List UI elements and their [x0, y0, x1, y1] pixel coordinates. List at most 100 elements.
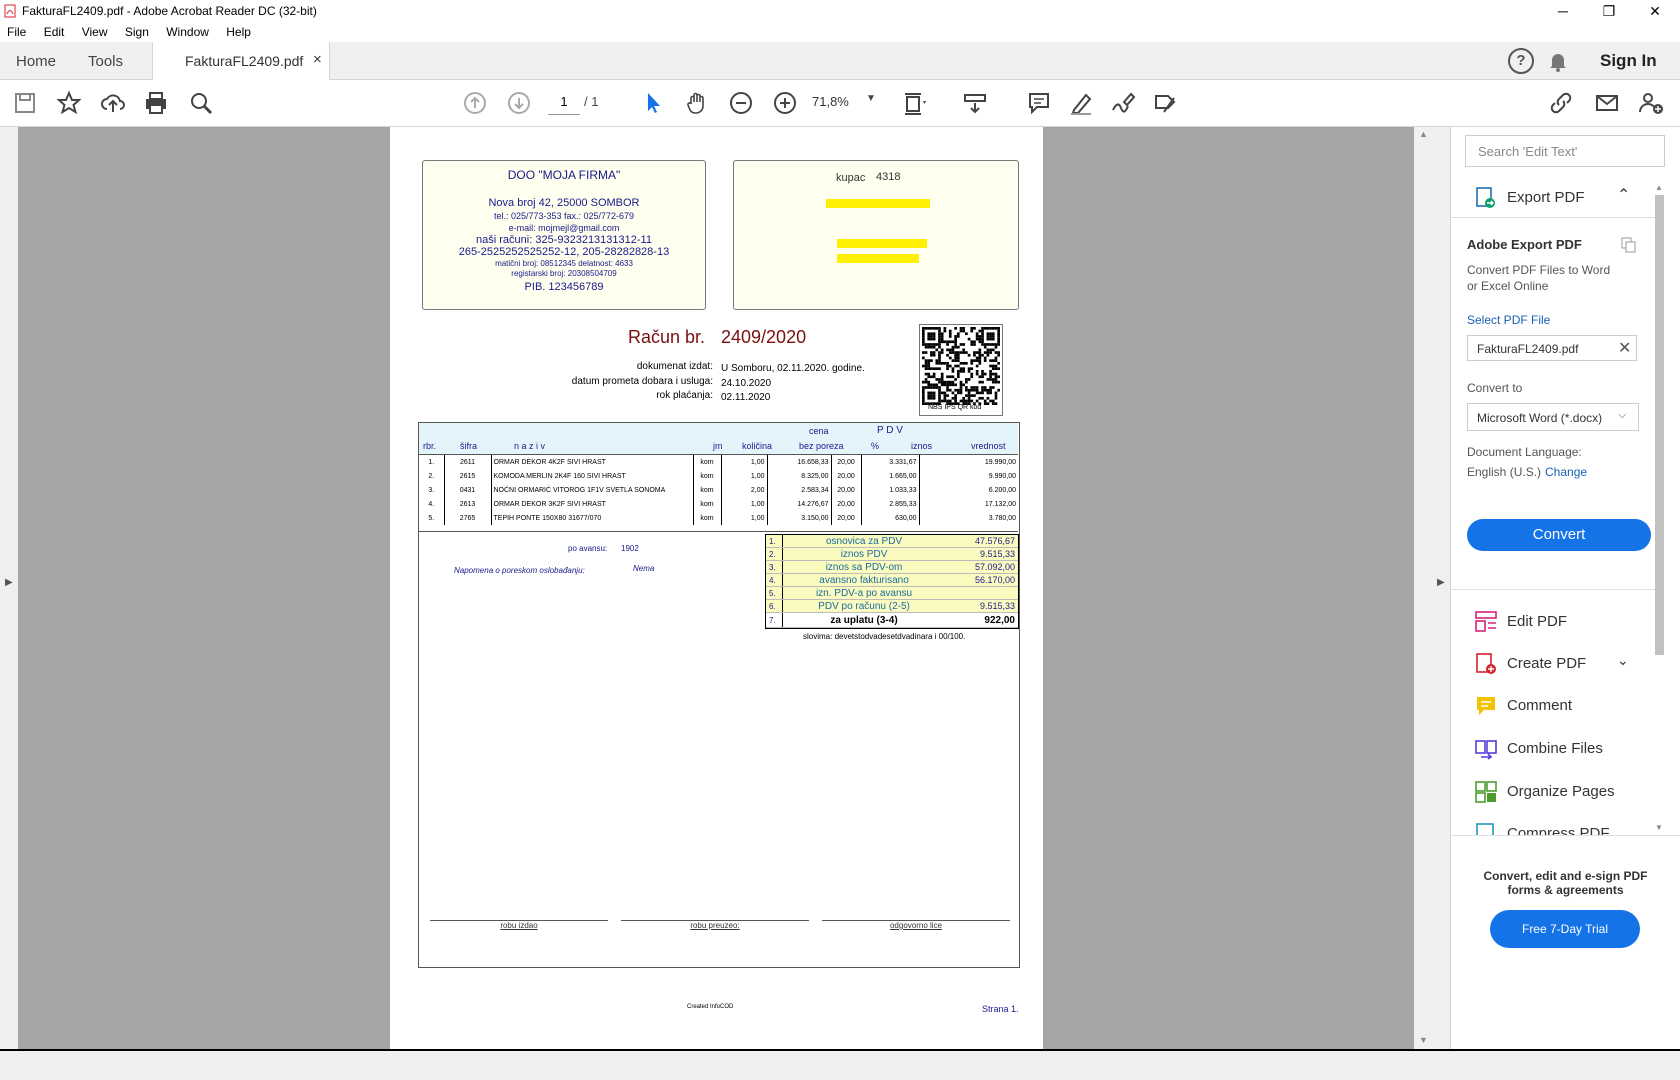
sign-in-button[interactable]: Sign In [1600, 51, 1657, 71]
created-by: Created InfoCOD [687, 1004, 734, 1010]
fit-page-icon[interactable] [902, 90, 928, 116]
selected-file-field[interactable]: FakturaFL2409.pdf ✕ [1467, 335, 1637, 361]
menu-view[interactable]: View [82, 25, 108, 39]
totals-row: 2. iznos PDV 9.515,33 [766, 547, 1018, 561]
panel-scroll-thumb[interactable] [1655, 195, 1664, 655]
tools-panel: Search 'Edit Text' Export PDF ⌃ Adobe Ex… [1451, 127, 1680, 1049]
minimize-button[interactable]: ─ [1540, 0, 1586, 22]
redacted-highlight [837, 254, 919, 263]
search-zoom-icon[interactable] [188, 90, 214, 116]
table-row: 5. 2765 TEPIH PONTE 150X80 31677/070 kom 1,0… [419, 511, 1018, 525]
signature-label: robu preuzeo: [690, 921, 740, 930]
next-page-icon[interactable] [506, 90, 532, 116]
left-panel-toggle[interactable]: ▶ [0, 127, 18, 1049]
zoom-level[interactable]: 71,8% [812, 94, 849, 109]
zoom-dropdown-icon[interactable]: ▼ [866, 93, 876, 104]
fill-sign-icon[interactable] [1152, 90, 1178, 116]
signature-issued: robu izdao [430, 920, 608, 930]
export-pdf-header[interactable]: Export PDF ⌃ [1451, 179, 1664, 218]
link-icon[interactable] [1548, 90, 1574, 116]
compress-pdf-icon [1476, 823, 1494, 835]
table-cell: ORMAR DEKOR 3K2F SIVI HRAST [490, 497, 693, 511]
totals-cell: 4. [766, 573, 783, 587]
zoom-in-icon[interactable] [772, 90, 798, 116]
tool-create-pdf[interactable]: Create PDF [1507, 655, 1586, 672]
comment-icon[interactable] [1026, 90, 1052, 116]
menu-sign[interactable]: Sign [125, 25, 149, 39]
maximize-button[interactable]: ❐ [1586, 0, 1632, 22]
menu-edit[interactable]: Edit [44, 25, 65, 39]
print-icon[interactable] [143, 90, 169, 116]
tab-close-button[interactable]: × [313, 51, 322, 68]
menu-help[interactable]: Help [226, 25, 251, 39]
tool-combine-files[interactable]: Combine Files [1507, 740, 1603, 757]
table-cell: 5. [428, 514, 435, 522]
tab-tools[interactable]: Tools [88, 53, 123, 70]
panel-divider [1451, 835, 1680, 836]
table-cell: kom [692, 483, 721, 497]
highlight-pen-icon[interactable] [1068, 90, 1094, 116]
chevron-up-icon[interactable]: ⌃ [1617, 185, 1630, 205]
panel-scrollbar[interactable]: ▲ ▼ [1653, 183, 1665, 833]
help-icon[interactable]: ? [1508, 48, 1534, 74]
panel-scroll-up-icon[interactable]: ▲ [1655, 183, 1663, 192]
menu-window[interactable]: Window [166, 25, 209, 39]
meta-label: dokumenat izdat: [636, 361, 713, 372]
menu-bar: File Edit View Sign Window Help [0, 22, 1680, 42]
free-trial-button[interactable]: Free 7-Day Trial [1490, 910, 1640, 948]
hand-tool-icon[interactable] [684, 90, 710, 116]
table-cell: 4. [428, 500, 435, 508]
header-col: količina [742, 441, 773, 451]
convert-button[interactable]: Convert [1467, 519, 1651, 551]
search-tools-input[interactable]: Search 'Edit Text' [1465, 135, 1665, 167]
page-label: Strana 1. [982, 1004, 1019, 1014]
scroll-up-icon[interactable]: ▲ [1419, 129, 1428, 139]
right-panel-toggle[interactable]: ▶ [1434, 127, 1451, 1049]
star-icon[interactable] [56, 90, 82, 116]
convert-format-select[interactable]: Microsoft Word (*.docx) ⌵ [1467, 403, 1639, 431]
totals-row: 3. iznos sa PDV-om 57.092,00 [766, 560, 1018, 574]
scroll-mode-icon[interactable] [962, 90, 988, 116]
menu-file[interactable]: File [7, 25, 26, 39]
tool-comment[interactable]: Comment [1507, 697, 1572, 714]
add-user-icon[interactable] [1638, 90, 1664, 116]
buyer-box: kupac 4318 [733, 160, 1019, 310]
table-cell: KOMODA MERLIN 2K4F 160 SIVI HRAST [490, 469, 693, 483]
table-cell: 6.200,00 [918, 483, 1018, 497]
tool-compress-pdf[interactable]: Compress PDF [1507, 825, 1610, 835]
table-cell: kom [692, 469, 721, 483]
scroll-down-icon[interactable]: ▼ [1419, 1035, 1428, 1045]
close-window-button[interactable]: ✕ [1632, 0, 1678, 22]
save-icon[interactable] [12, 90, 38, 116]
tab-document[interactable]: FakturaFL2409.pdf × [152, 42, 330, 80]
table-cell: kom [692, 511, 721, 525]
zoom-out-icon[interactable] [728, 90, 754, 116]
change-language-link[interactable]: Change [1545, 465, 1587, 479]
collapse-right-icon[interactable]: ▶ [1437, 577, 1445, 588]
table-cell: 3.331,67 [860, 455, 919, 469]
prev-page-icon[interactable] [462, 90, 488, 116]
totals-cell: osnovica za PDV [782, 535, 946, 548]
copy-icon[interactable] [1621, 237, 1637, 253]
promo-line-1: Convert, edit and e-sign PDF [1483, 869, 1648, 883]
create-pdf-chevron-icon[interactable]: ⌄ [1617, 652, 1629, 669]
convert-to-label: Convert to [1467, 381, 1523, 395]
header-pdv: P D V [877, 425, 903, 436]
email-icon[interactable] [1594, 90, 1620, 116]
clear-file-icon[interactable]: ✕ [1618, 338, 1631, 358]
upload-cloud-icon[interactable] [100, 90, 126, 116]
redacted-highlight [837, 239, 927, 248]
page-number-input[interactable]: 1 [548, 90, 580, 115]
bell-icon[interactable] [1548, 50, 1568, 72]
table-cell: 3.150,00 [766, 511, 831, 525]
document-scrollbar[interactable]: ▲ ▼ [1414, 127, 1434, 1049]
panel-scroll-down-icon[interactable]: ▼ [1655, 823, 1663, 832]
expand-left-icon[interactable]: ▶ [5, 577, 13, 588]
sign-pen-icon[interactable] [1110, 90, 1136, 116]
qr-caption: NBS IPS QR kod [928, 404, 982, 411]
tool-edit-pdf[interactable]: Edit PDF [1507, 613, 1567, 630]
select-cursor-icon[interactable] [640, 90, 666, 116]
tool-organize-pages[interactable]: Organize Pages [1507, 783, 1615, 800]
tab-home[interactable]: Home [16, 53, 56, 70]
totals-cell: 47.576,67 [945, 535, 1018, 548]
